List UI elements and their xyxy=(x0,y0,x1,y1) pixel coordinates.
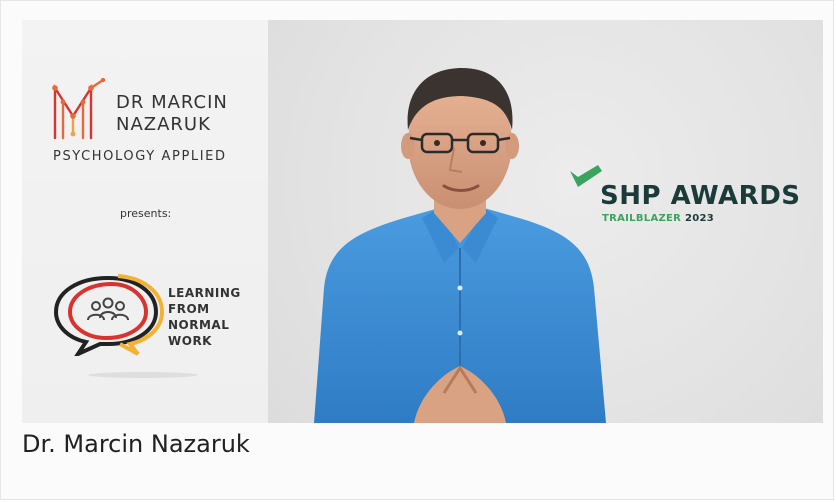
image-caption: Dr. Marcin Nazaruk xyxy=(22,430,250,458)
brand-name-line2: NAZARUK xyxy=(116,114,211,135)
program-title-line2: FROM xyxy=(168,302,210,316)
program-title-line1: LEARNING xyxy=(168,286,241,300)
award-subtitle-category: TRAILBLAZER xyxy=(602,213,682,224)
speech-bubbles-icon xyxy=(53,274,165,356)
brand-tagline: PSYCHOLOGY APPLIED xyxy=(53,149,227,164)
brand-monogram-icon xyxy=(52,78,106,140)
brand-name-line1: DR MARCIN xyxy=(116,92,228,113)
brand-name: DR MARCIN NAZARUK xyxy=(116,92,266,136)
award-check-icon xyxy=(570,165,602,187)
video-thumbnail[interactable]: DR MARCIN NAZARUK PSYCHOLOGY APPLIED pre… xyxy=(22,20,823,423)
presents-label: presents: xyxy=(120,207,172,220)
award-subtitle-year: 2023 xyxy=(681,213,714,224)
award-subtitle: TRAILBLAZER 2023 xyxy=(602,213,714,224)
people-icon xyxy=(87,297,129,321)
presenter-photo xyxy=(314,68,606,423)
media-card: DR MARCIN NAZARUK PSYCHOLOGY APPLIED pre… xyxy=(0,0,834,500)
award-title: SHP AWARDS xyxy=(600,181,801,211)
program-title: LEARNING FROM NORMAL WORK xyxy=(168,285,258,349)
logo-shadow xyxy=(88,372,198,378)
program-title-line4: WORK xyxy=(168,334,212,348)
program-title-line3: NORMAL xyxy=(168,318,230,332)
